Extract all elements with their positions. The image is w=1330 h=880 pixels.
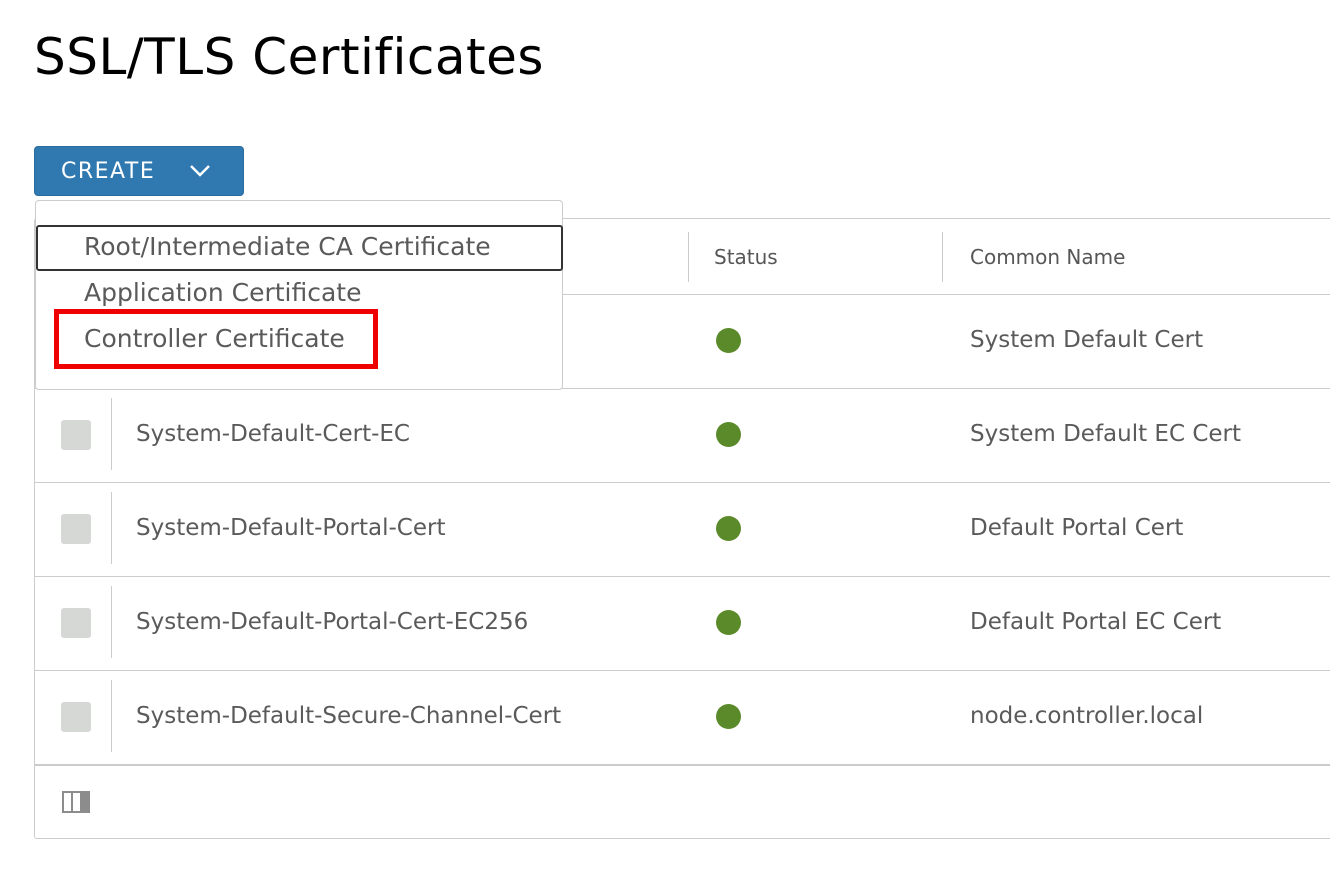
menu-item-application-certificate[interactable]: Application Certificate [84, 278, 362, 308]
common-name: Default Portal EC Cert [970, 609, 1222, 635]
certificate-name[interactable]: System-Default-Secure-Channel-Cert [136, 702, 561, 730]
column-toggle-icon[interactable] [62, 791, 90, 813]
common-name: System Default EC Cert [970, 421, 1242, 447]
status-ok-icon [716, 422, 741, 447]
create-button-label: CREATE [61, 159, 156, 184]
page: SSL/TLS Certificates CREATE Status Commo… [0, 0, 1330, 880]
row-separator [111, 398, 112, 470]
certificate-name[interactable]: System-Default-Cert-EC [136, 420, 410, 448]
common-name: System Default Cert [970, 327, 1204, 353]
column-header-status[interactable]: Status [714, 245, 778, 269]
status-ok-icon [716, 610, 741, 635]
column-separator[interactable] [688, 232, 689, 282]
row-separator [111, 680, 112, 752]
common-name: node.controller.local [970, 703, 1204, 729]
common-name: Default Portal Cert [970, 515, 1184, 541]
certificate-name[interactable]: System-Default-Portal-Cert [136, 514, 445, 542]
table-row[interactable]: System-Default-Secure-Channel-Cert node.… [35, 670, 1330, 764]
highlight-annotation [54, 309, 378, 369]
row-separator [111, 492, 112, 564]
table-row[interactable]: System-Default-Portal-Cert Default Porta… [35, 482, 1330, 577]
status-ok-icon [716, 516, 741, 541]
status-ok-icon [716, 328, 741, 353]
column-separator[interactable] [942, 232, 943, 282]
create-button[interactable]: CREATE [34, 146, 244, 196]
table-row[interactable]: System-Default-Cert-EC System Default EC… [35, 388, 1330, 483]
row-checkbox[interactable] [61, 702, 91, 732]
page-title: SSL/TLS Certificates [34, 28, 544, 86]
menu-item-root-ca-certificate[interactable]: Root/Intermediate CA Certificate [84, 232, 491, 262]
table-row[interactable]: System-Default-Portal-Cert-EC256 Default… [35, 576, 1330, 671]
row-checkbox[interactable] [61, 420, 91, 450]
datagrid-footer [35, 764, 1330, 841]
column-header-common-name[interactable]: Common Name [970, 245, 1125, 269]
status-ok-icon [716, 704, 741, 729]
row-separator [111, 586, 112, 658]
chevron-down-icon [190, 165, 210, 177]
certificate-name[interactable]: System-Default-Portal-Cert-EC256 [136, 608, 528, 636]
row-checkbox[interactable] [61, 514, 91, 544]
row-checkbox[interactable] [61, 608, 91, 638]
